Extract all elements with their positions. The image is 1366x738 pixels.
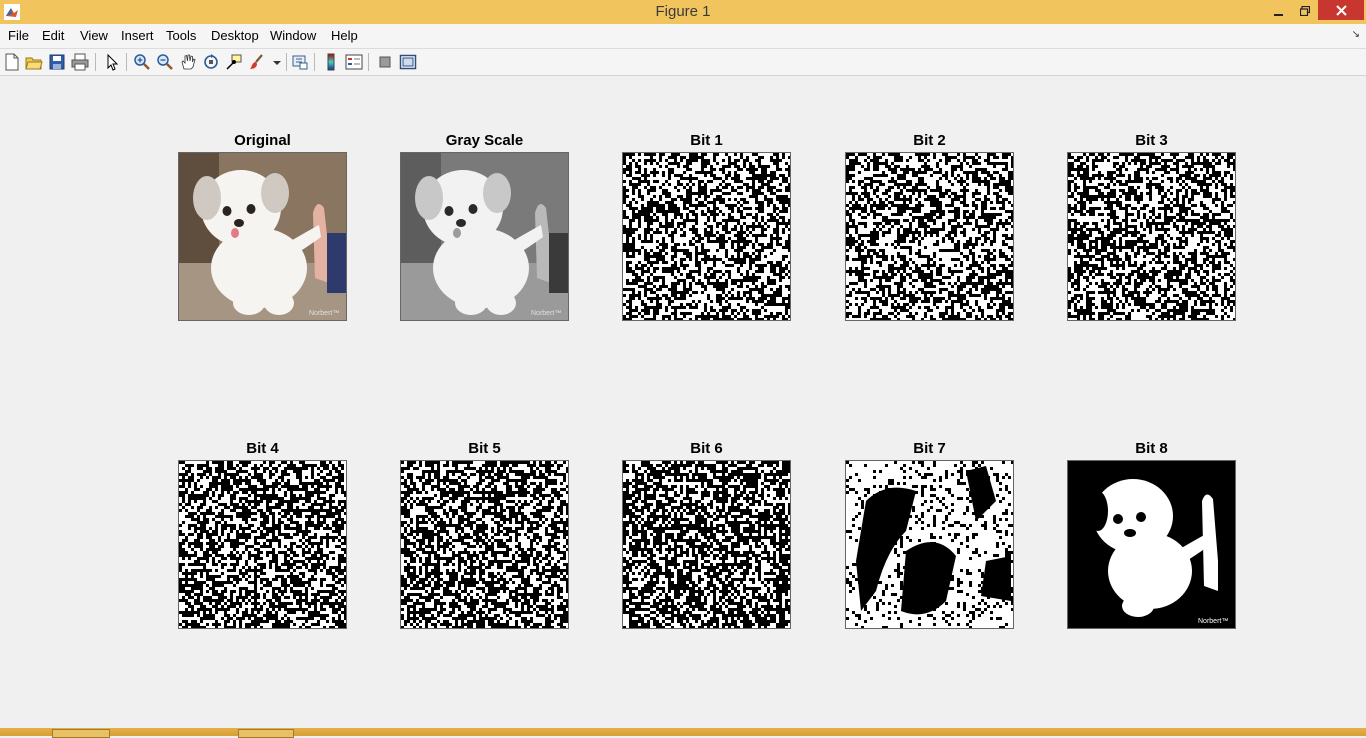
menu-edit-label: Edit [42, 28, 65, 43]
menu-desktop[interactable]: Desktop [211, 28, 259, 43]
menu-view-label: View [80, 28, 108, 43]
subplot-image-bit-4[interactable] [178, 460, 347, 629]
subplot-image-bit-7[interactable] [845, 460, 1014, 629]
toolbar-separator [286, 53, 287, 71]
subplot-image-bit-1[interactable] [622, 152, 791, 321]
subplot-title-original: Original [234, 132, 291, 149]
rotate-3d-icon[interactable] [202, 53, 220, 71]
subplot-image-bit-8[interactable]: Norbert™ [1067, 460, 1236, 629]
taskbar-button[interactable] [238, 729, 294, 738]
svg-text:Norbert™: Norbert™ [531, 310, 561, 317]
minimize-icon [1274, 14, 1283, 16]
menu-window-label: Window [270, 28, 317, 43]
subplot-title-bit-7: Bit 7 [913, 440, 946, 457]
subplot-title-bit-8: Bit 8 [1135, 440, 1168, 457]
subplot-title-bit-5: Bit 5 [468, 440, 501, 457]
subplot-image-bit-2[interactable] [845, 152, 1014, 321]
new-figure-icon[interactable] [3, 53, 21, 71]
subplot-title-gray-scale: Gray Scale [445, 132, 524, 149]
subplot-image-pixels [846, 153, 1013, 320]
restore-button[interactable] [1292, 0, 1318, 22]
menu-view[interactable]: View [80, 28, 108, 43]
close-button[interactable] [1318, 0, 1364, 20]
brush-icon[interactable] [248, 53, 266, 71]
subplot-image-pixels [1068, 153, 1235, 320]
menu-edit[interactable]: Edit [42, 28, 64, 43]
subplot-title-bit-2: Bit 2 [913, 132, 946, 149]
subplot-title-bit-6: Bit 6 [690, 440, 723, 457]
subplot-image-pixels [846, 461, 1013, 628]
restore-icon [1300, 6, 1310, 16]
subplot-image-original[interactable]: Norbert™ [178, 152, 347, 321]
insert-colorbar-icon[interactable] [322, 53, 340, 71]
link-plot-icon[interactable] [291, 53, 309, 71]
subplot-image-bit-3[interactable] [1067, 152, 1236, 321]
minimize-button[interactable] [1266, 0, 1292, 22]
figure-toolbar [0, 49, 1366, 76]
toolbar-separator [126, 53, 127, 71]
toolbar-separator [368, 53, 369, 71]
taskbar-button[interactable] [52, 729, 110, 738]
subplot-image-pixels: Norbert™ [179, 153, 346, 320]
zoom-out-icon[interactable] [156, 53, 174, 71]
subplot-image-pixels [623, 461, 790, 628]
figure-canvas: Original Norbert™ Gray Scale Norbert™ Bi… [0, 76, 1366, 728]
subplot-image-pixels: Norbert™ [401, 153, 568, 320]
subplot-image-pixels: Norbert™ [1068, 461, 1235, 628]
subplot-image-pixels [401, 461, 568, 628]
menu-help-label: Help [331, 28, 358, 43]
chevron-down-icon[interactable] [268, 53, 286, 71]
toolbar-separator [95, 53, 96, 71]
dock-arrow-icon[interactable]: ↘ [1352, 29, 1360, 40]
menu-help[interactable]: Help [331, 28, 358, 43]
zoom-in-icon[interactable] [133, 53, 151, 71]
menu-insert-label: Insert [121, 28, 154, 43]
print-figure-icon[interactable] [71, 53, 89, 71]
svg-text:Norbert™: Norbert™ [309, 310, 339, 317]
subplot-image-pixels [623, 153, 790, 320]
toolbar-separator [314, 53, 315, 71]
subplot-image-bit-6[interactable] [622, 460, 791, 629]
menu-insert[interactable]: Insert [121, 28, 154, 43]
save-figure-icon[interactable] [48, 53, 66, 71]
subplot-image-bit-5[interactable] [400, 460, 569, 629]
subplot-title-bit-1: Bit 1 [690, 132, 723, 149]
menu-bar: File Edit View Insert Tools Desktop Wind… [0, 24, 1366, 49]
title-bar: Figure 1 [0, 0, 1366, 24]
svg-text:Norbert™: Norbert™ [1198, 618, 1228, 625]
edit-plot-icon[interactable] [103, 53, 121, 71]
subplot-title-bit-3: Bit 3 [1135, 132, 1168, 149]
menu-tools[interactable]: Tools [166, 28, 196, 43]
show-plot-tools-icon[interactable] [399, 53, 417, 71]
menu-desktop-label: Desktop [211, 28, 259, 43]
menu-file-label: File [8, 28, 29, 43]
menu-tools-label: Tools [166, 28, 197, 43]
subplot-title-bit-4: Bit 4 [246, 440, 279, 457]
close-icon [1335, 4, 1347, 16]
pan-icon[interactable] [179, 53, 197, 71]
hide-plot-tools-icon[interactable] [376, 53, 394, 71]
subplot-image-pixels [179, 461, 346, 628]
menu-window[interactable]: Window [270, 28, 316, 43]
subplot-image-gray-scale[interactable]: Norbert™ [400, 152, 569, 321]
data-cursor-icon[interactable] [225, 53, 243, 71]
window-title: Figure 1 [655, 3, 711, 20]
open-file-icon[interactable] [25, 53, 43, 71]
menu-file[interactable]: File [8, 28, 29, 43]
taskbar [0, 728, 1366, 738]
insert-legend-icon[interactable] [345, 53, 363, 71]
